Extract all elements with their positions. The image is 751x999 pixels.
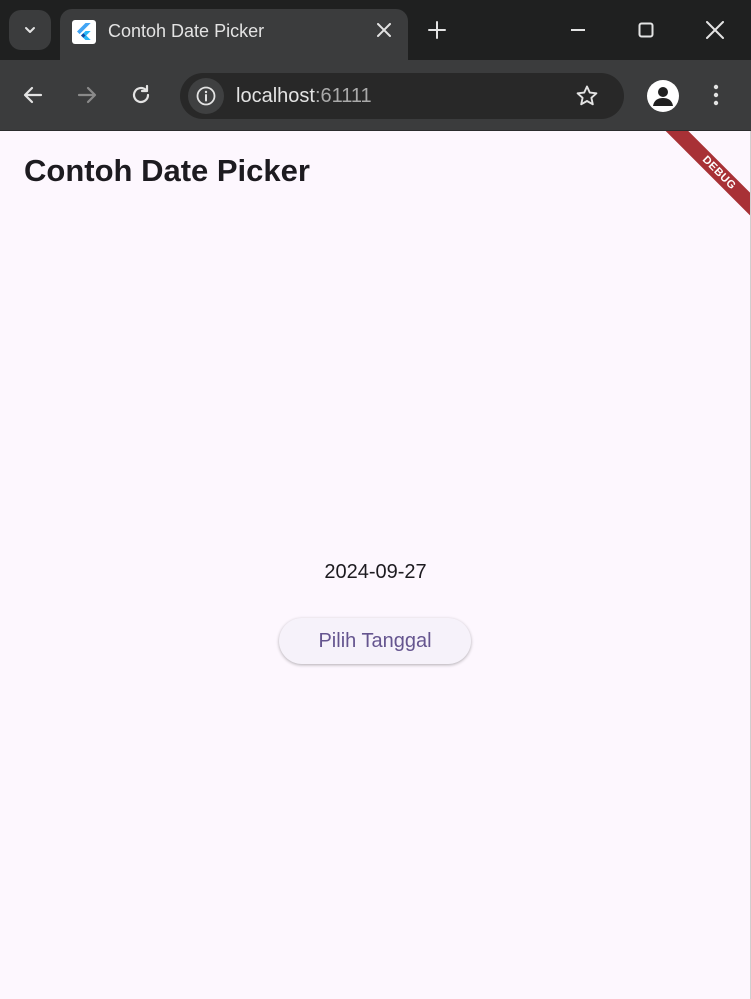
maximize-icon bbox=[638, 22, 654, 38]
info-icon bbox=[196, 86, 216, 106]
close-icon bbox=[706, 21, 724, 39]
profile-icon bbox=[653, 87, 673, 106]
minimize-button[interactable] bbox=[566, 18, 590, 42]
url-port: :61111 bbox=[314, 85, 372, 107]
pick-date-button[interactable]: Pilih Tanggal bbox=[279, 618, 471, 664]
close-window-button[interactable] bbox=[703, 18, 727, 42]
app-viewport: Contoh Date Picker DEBUG 2024-09-27 Pili… bbox=[0, 131, 751, 999]
plus-icon bbox=[428, 21, 446, 39]
bookmark-button[interactable] bbox=[575, 84, 599, 108]
url-text[interactable]: localhost:61111 bbox=[236, 85, 372, 108]
back-button[interactable] bbox=[20, 82, 46, 108]
browser-tab[interactable]: Contoh Date Picker bbox=[60, 9, 408, 60]
site-info-button[interactable] bbox=[188, 78, 224, 114]
star-icon bbox=[576, 85, 598, 106]
selected-date-text: 2024-09-27 bbox=[324, 561, 427, 583]
flutter-icon bbox=[72, 20, 96, 44]
close-icon bbox=[377, 23, 391, 37]
address-bar[interactable]: localhost:61111 bbox=[180, 73, 624, 119]
more-vert-icon bbox=[713, 84, 719, 106]
close-tab-button[interactable] bbox=[374, 20, 394, 40]
tab-title: Contoh Date Picker bbox=[108, 21, 265, 41]
arrow-left-icon bbox=[23, 86, 43, 104]
forward-button[interactable] bbox=[74, 82, 100, 108]
tab-search-button[interactable] bbox=[9, 10, 51, 50]
profile-button[interactable] bbox=[647, 80, 679, 112]
minimize-icon bbox=[571, 29, 585, 31]
new-tab-button[interactable] bbox=[425, 18, 449, 42]
debug-banner: DEBUG bbox=[663, 131, 751, 229]
app-bar-title: Contoh Date Picker bbox=[24, 153, 310, 188]
browser-tab-strip: Contoh Date Picker bbox=[0, 0, 751, 60]
reload-button[interactable] bbox=[128, 82, 154, 108]
reload-icon bbox=[132, 84, 150, 104]
url-host: localhost bbox=[236, 85, 315, 107]
browser-toolbar: localhost:61111 bbox=[0, 60, 751, 131]
pick-date-button-label: Pilih Tanggal bbox=[318, 629, 432, 652]
chevron-down-icon bbox=[25, 27, 35, 33]
debug-banner-label: DEBUG bbox=[699, 153, 739, 193]
maximize-button[interactable] bbox=[634, 18, 658, 42]
browser-menu-button[interactable] bbox=[704, 82, 728, 108]
arrow-right-icon bbox=[77, 86, 97, 104]
